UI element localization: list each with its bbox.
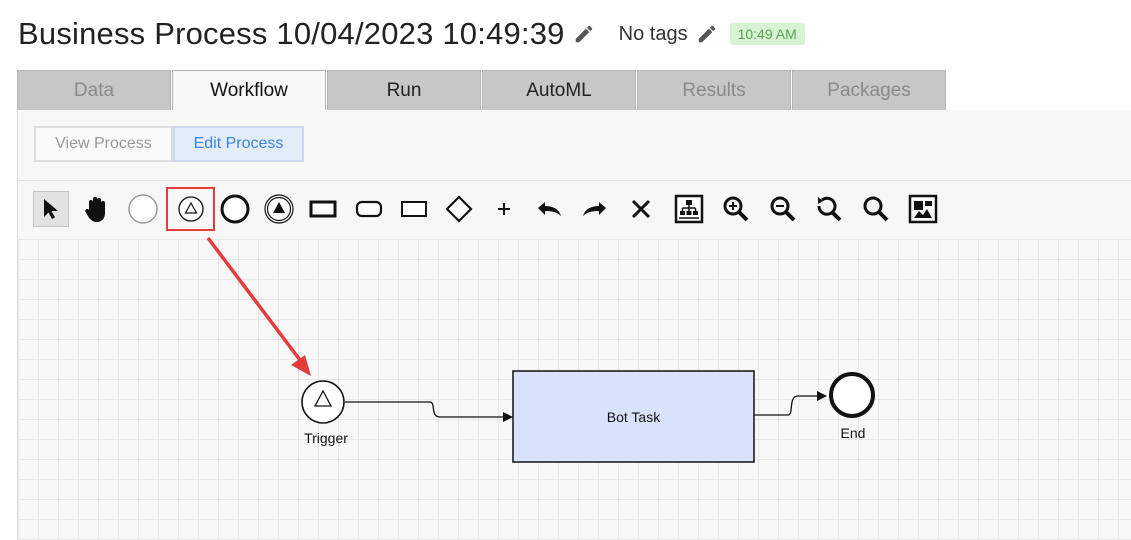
zoom-fit-icon[interactable] [858,191,894,227]
tab-workflow[interactable]: Workflow [172,70,326,110]
add-icon[interactable] [486,191,522,227]
zoom-out-icon[interactable] [765,191,801,227]
start-event-icon[interactable] [125,191,161,227]
bot-task-label: Bot Task [607,409,661,425]
diagram-svg: Trigger Bot Task End [301,370,875,463]
edge-trigger-to-task[interactable] [345,401,513,422]
zoom-in-icon[interactable] [718,191,754,227]
undo-icon[interactable] [531,191,567,227]
tab-automl[interactable]: AutoML [482,70,636,110]
tab-run[interactable]: Run [327,70,481,110]
end-event-icon[interactable] [217,191,253,227]
edge-task-to-end[interactable] [754,391,827,416]
end-signal-event-icon[interactable] [261,191,297,227]
rectangle-icon[interactable] [396,191,432,227]
trigger-node[interactable] [301,380,345,424]
edit-tags-icon[interactable] [696,23,718,45]
hand-icon[interactable] [79,191,115,227]
tab-packages[interactable]: Packages [792,70,946,110]
subprocess-icon[interactable] [351,191,387,227]
triggered-start-event-icon[interactable] [166,187,215,231]
diagram-toolbar [18,180,1131,240]
tab-bar: Data Workflow Run AutoML Results Package… [17,70,947,110]
zoom-reset-icon[interactable] [811,191,847,227]
edit-title-icon[interactable] [573,23,595,45]
gateway-icon[interactable] [441,191,477,227]
page-header: Business Process 10/04/2023 10:49:39 No … [18,14,805,54]
tab-data[interactable]: Data [17,70,171,110]
mode-switch: View Process Edit Process [34,126,304,162]
delete-icon[interactable] [623,191,659,227]
task-icon[interactable] [305,191,341,227]
diagram-canvas[interactable]: Trigger Bot Task End [18,239,1131,540]
image-export-icon[interactable] [905,191,941,227]
trigger-label: Trigger [304,430,348,446]
view-process-button[interactable]: View Process [34,126,173,162]
pointer-icon[interactable] [33,191,69,227]
tab-results[interactable]: Results [637,70,791,110]
auto-layout-icon[interactable] [671,191,707,227]
end-label: End [841,425,866,441]
workflow-panel: View Process Edit Process Trigger Bot Ta… [17,110,1131,540]
edit-process-button[interactable]: Edit Process [173,126,304,162]
end-node[interactable] [829,372,875,418]
page-title: Business Process 10/04/2023 10:49:39 [18,16,565,51]
time-badge: 10:49 AM [729,23,805,45]
redo-icon[interactable] [577,191,613,227]
tags-label: No tags [618,22,688,45]
